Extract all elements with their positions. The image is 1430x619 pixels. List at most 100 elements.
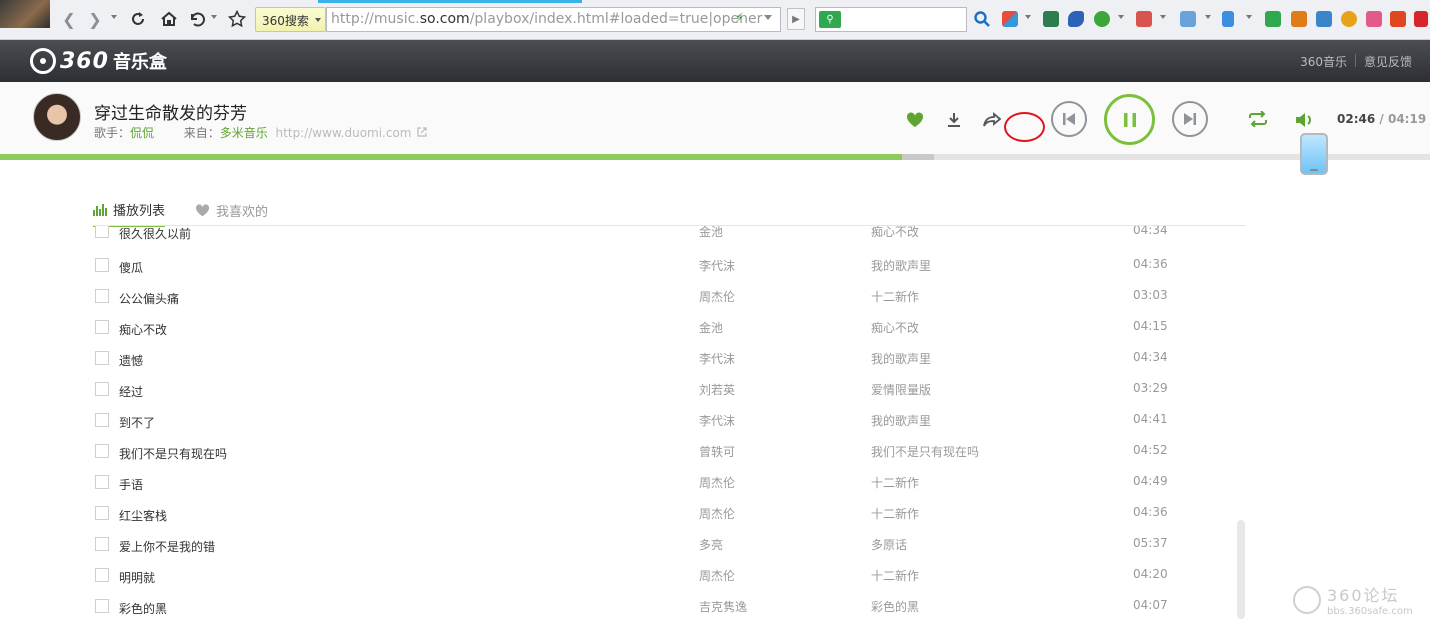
link-360-music[interactable]: 360音乐	[1292, 53, 1355, 70]
repeat-mode-button[interactable]	[1247, 110, 1269, 128]
source-url[interactable]: http://www.duomi.com	[276, 126, 412, 140]
history-dropdown-icon[interactable]	[111, 15, 117, 19]
weibo-icon[interactable]	[1414, 11, 1428, 27]
weather-icon[interactable]	[1316, 11, 1332, 27]
home-app-icon[interactable]	[1390, 11, 1406, 27]
song-album[interactable]: 我的歌声里	[871, 350, 931, 367]
song-name[interactable]: 傻瓜	[119, 259, 143, 276]
song-checkbox[interactable]	[95, 599, 109, 613]
song-album[interactable]: 彩色的黑	[871, 598, 919, 615]
song-checkbox[interactable]	[95, 382, 109, 396]
source-link[interactable]: 多米音乐	[220, 126, 268, 140]
shield-icon[interactable]	[1094, 11, 1110, 27]
song-checkbox[interactable]	[95, 568, 109, 582]
pause-button[interactable]	[1104, 94, 1155, 145]
song-row[interactable]: 手语 周杰伦 十二新作 04:49	[93, 472, 1246, 503]
mobile-dropdown-icon[interactable]	[1246, 15, 1252, 19]
shield-dropdown-icon[interactable]	[1118, 15, 1124, 19]
song-artist[interactable]: 周杰伦	[699, 567, 735, 584]
song-checkbox[interactable]	[95, 226, 109, 238]
address-bar[interactable]: http://music.so.com/playbox/index.html#l…	[326, 7, 781, 32]
gift-icon[interactable]	[1366, 11, 1382, 27]
song-checkbox[interactable]	[95, 444, 109, 458]
song-row[interactable]: 我们不是只有现在吗 曾轶可 我们不是只有现在吗 04:52	[93, 441, 1246, 472]
song-name[interactable]: 经过	[119, 383, 143, 400]
song-artist[interactable]: 周杰伦	[699, 288, 735, 305]
song-name[interactable]: 手语	[119, 476, 143, 493]
translate-icon[interactable]	[1136, 11, 1152, 27]
search-engine-selector[interactable]: 360搜索	[255, 7, 326, 32]
song-album[interactable]: 痴心不改	[871, 319, 919, 336]
app-logo[interactable]: 360 音乐盒	[30, 48, 167, 74]
song-name[interactable]: 痴心不改	[119, 321, 167, 338]
song-row[interactable]: 很久很久以前 金池 痴心不改 04:34	[93, 226, 1246, 252]
song-album[interactable]: 我们不是只有现在吗	[871, 443, 979, 460]
song-checkbox[interactable]	[95, 258, 109, 272]
address-dropdown-icon[interactable]	[764, 15, 773, 20]
list-scrollbar[interactable]	[1237, 520, 1245, 619]
song-checkbox[interactable]	[95, 351, 109, 365]
film-strip-icon[interactable]	[1043, 11, 1059, 27]
song-album[interactable]: 十二新作	[871, 505, 919, 522]
song-row[interactable]: 红尘客栈 周杰伦 十二新作 04:36	[93, 503, 1246, 534]
share-button[interactable]	[982, 110, 1002, 130]
song-row[interactable]: 痴心不改 金池 痴心不改 04:15	[93, 317, 1246, 348]
key-icon[interactable]	[1068, 11, 1084, 27]
song-checkbox[interactable]	[95, 320, 109, 334]
song-name[interactable]: 公公偏头痛	[119, 290, 179, 307]
singer-link[interactable]: 侃侃	[130, 126, 154, 140]
back-icon[interactable]: ❮	[59, 9, 79, 29]
song-album[interactable]: 十二新作	[871, 288, 919, 305]
previous-track-button[interactable]	[1051, 101, 1087, 137]
calendar-icon[interactable]	[1265, 11, 1281, 27]
song-artist[interactable]: 吉克隽逸	[699, 598, 747, 615]
song-name[interactable]: 彩色的黑	[119, 600, 167, 617]
song-artist[interactable]: 金池	[699, 319, 723, 336]
next-track-button[interactable]	[1172, 101, 1208, 137]
song-checkbox[interactable]	[95, 475, 109, 489]
search-engine-icon[interactable]: ⚲	[819, 11, 841, 28]
song-row[interactable]: 到不了 李代沫 我的歌声里 04:41	[93, 410, 1246, 441]
speed-mode-icon[interactable]: ⚡	[735, 11, 744, 26]
song-row[interactable]: 爱上你不是我的错 多亮 多原话 05:37	[93, 534, 1246, 565]
song-checkbox[interactable]	[95, 506, 109, 520]
song-artist[interactable]: 多亮	[699, 536, 723, 553]
medal-icon[interactable]	[1341, 11, 1357, 27]
ticket-icon[interactable]	[1291, 11, 1307, 27]
song-row[interactable]: 经过 刘若英 爱情限量版 03:29	[93, 379, 1246, 410]
refresh-icon[interactable]	[128, 9, 148, 29]
forward-icon[interactable]: ❯	[85, 9, 105, 29]
link-feedback[interactable]: 意见反馈	[1356, 53, 1420, 70]
song-artist[interactable]: 周杰伦	[699, 474, 735, 491]
app-grid-icon[interactable]	[1002, 11, 1018, 27]
mobile-icon[interactable]	[1222, 11, 1234, 27]
tab-playlist[interactable]: 播放列表	[93, 200, 166, 227]
song-name[interactable]: 爱上你不是我的错	[119, 538, 215, 555]
phone-sync-icon[interactable]	[1300, 133, 1328, 175]
apps-dropdown-icon[interactable]	[1025, 15, 1031, 19]
like-heart-button[interactable]	[905, 111, 925, 129]
song-name[interactable]: 很久很久以前	[119, 226, 191, 242]
song-checkbox[interactable]	[95, 289, 109, 303]
song-row[interactable]: 傻瓜 李代沫 我的歌声里 04:36	[93, 255, 1246, 286]
screenshot-dropdown-icon[interactable]	[1205, 15, 1211, 19]
song-checkbox[interactable]	[95, 537, 109, 551]
favorite-star-icon[interactable]	[227, 9, 247, 29]
song-album[interactable]: 痴心不改	[871, 226, 919, 240]
song-row[interactable]: 彩色的黑 吉克隽逸 彩色的黑 04:07	[93, 596, 1246, 619]
song-album[interactable]: 我的歌声里	[871, 257, 931, 274]
song-artist[interactable]: 曾轶可	[699, 443, 735, 460]
undo-dropdown-icon[interactable]	[211, 15, 217, 19]
song-album[interactable]: 我的歌声里	[871, 412, 931, 429]
song-album[interactable]: 爱情限量版	[871, 381, 931, 398]
song-album[interactable]: 十二新作	[871, 474, 919, 491]
home-icon[interactable]	[159, 9, 179, 29]
song-row[interactable]: 公公偏头痛 周杰伦 十二新作 03:03	[93, 286, 1246, 317]
song-artist[interactable]: 李代沫	[699, 412, 735, 429]
undo-close-icon[interactable]	[187, 9, 207, 29]
screenshot-icon[interactable]	[1180, 11, 1196, 27]
tab-favorites[interactable]: 我喜欢的	[195, 200, 268, 227]
download-button[interactable]	[945, 110, 963, 130]
song-name[interactable]: 红尘客栈	[119, 507, 167, 524]
volume-button[interactable]	[1294, 111, 1314, 129]
